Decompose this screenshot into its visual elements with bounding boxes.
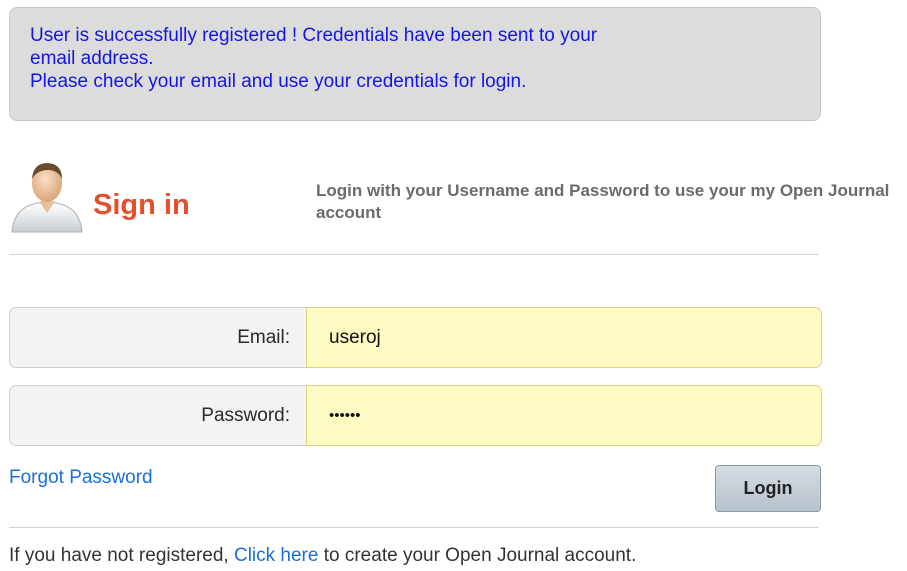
register-link[interactable]: Click here [234,545,318,566]
forgot-password-link[interactable]: Forgot Password [9,467,153,489]
email-row: Email: [9,307,822,368]
password-row: Password: [9,385,822,446]
password-field[interactable] [306,385,822,446]
alert-message-line-3: Please check your email and use your cre… [30,71,527,92]
divider [9,527,819,528]
register-prefix: If you have not registered, [9,545,229,566]
sign-in-title: Sign in [93,189,190,221]
register-prompt: If you have not registered, Click here t… [9,545,636,567]
password-label: Password: [201,405,290,426]
alert-message-line-1: User is successfully registered ! Creden… [30,25,598,46]
sign-in-description: Login with your Username and Password to… [316,181,890,222]
divider [9,254,819,255]
email-field[interactable] [306,307,822,368]
login-button[interactable]: Login [715,465,821,512]
alert-message-line-2: email address. [30,48,154,69]
register-suffix: to create your Open Journal account. [323,545,637,566]
email-label: Email: [237,327,290,348]
user-avatar-icon [8,155,86,233]
registration-success-alert: User is successfully registered ! Creden… [9,7,821,121]
